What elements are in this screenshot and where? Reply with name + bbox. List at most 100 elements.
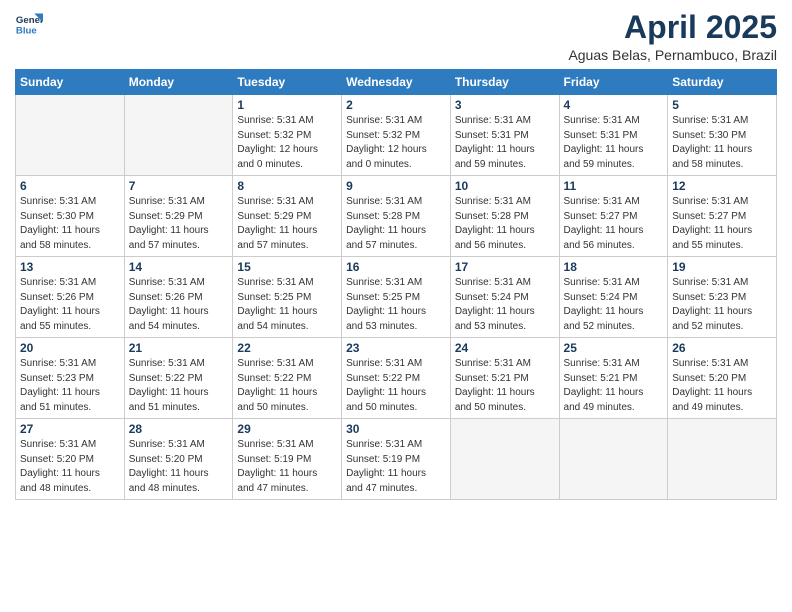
day-detail: Sunrise: 5:31 AMSunset: 5:25 PMDaylight:… [346,276,446,334]
day-number: 3 [455,98,555,112]
day-detail: Sunrise: 5:31 AMSunset: 5:26 PMDaylight:… [20,276,120,334]
day-number: 28 [129,422,229,436]
day-number: 4 [564,98,664,112]
calendar-cell: 3 Sunrise: 5:31 AMSunset: 5:31 PMDaylight… [450,95,559,176]
day-detail: Sunrise: 5:31 AMSunset: 5:20 PMDaylight:… [20,438,120,496]
calendar-cell: 20Sunrise: 5:31 AMSunset: 5:23 PMDayligh… [16,338,125,419]
calendar-cell: 7Sunrise: 5:31 AMSunset: 5:29 PMDaylight… [124,176,233,257]
day-number: 5 [672,98,772,112]
day-detail: Sunrise: 5:31 AMSunset: 5:24 PMDaylight:… [564,276,664,334]
header-right: April 2025 Aguas Belas, Pernambuco, Braz… [568,10,777,63]
day-detail: Sunrise: 5:31 AMSunset: 5:20 PMDaylight:… [129,438,229,496]
weekday-header-row: SundayMondayTuesdayWednesdayThursdayFrid… [16,70,777,95]
day-number: 18 [564,260,664,274]
calendar-cell: 19 Sunrise: 5:31 AMSunset: 5:23 PMDayligh… [668,257,777,338]
week-row-2: 13 Sunrise: 5:31 AMSunset: 5:26 PMDayligh… [16,257,777,338]
day-detail: Sunrise: 5:31 AMSunset: 5:23 PMDaylight:… [20,357,120,415]
day-number: 9 [346,179,446,193]
day-detail: Sunrise: 5:31 AMSunset: 5:30 PMDaylight:… [20,195,120,253]
calendar-cell [450,419,559,500]
day-detail: Sunrise: 5:31 AMSunset: 5:27 PMDaylight:… [564,195,664,253]
calendar-cell: 5Sunrise: 5:31 AMSunset: 5:30 PMDaylight… [668,95,777,176]
day-number: 17 [455,260,555,274]
day-number: 30 [346,422,446,436]
day-number: 1 [237,98,337,112]
calendar-cell: 10 Sunrise: 5:31 AMSunset: 5:28 PMDayligh… [450,176,559,257]
day-number: 11 [564,179,664,193]
calendar-cell: 22 Sunrise: 5:31 AMSunset: 5:22 PMDayligh… [233,338,342,419]
month-title: April 2025 [568,10,777,45]
day-detail: Sunrise: 5:31 AMSunset: 5:22 PMDaylight:… [237,357,337,415]
week-row-1: 6 Sunrise: 5:31 AMSunset: 5:30 PMDaylight… [16,176,777,257]
weekday-header-thursday: Thursday [450,70,559,95]
day-detail: Sunrise: 5:31 AMSunset: 5:29 PMDaylight:… [237,195,337,253]
weekday-header-sunday: Sunday [16,70,125,95]
day-detail: Sunrise: 5:31 AMSunset: 5:28 PMDaylight:… [346,195,446,253]
day-number: 26 [672,341,772,355]
weekday-header-tuesday: Tuesday [233,70,342,95]
week-row-4: 27 Sunrise: 5:31 AMSunset: 5:20 PMDayligh… [16,419,777,500]
day-number: 2 [346,98,446,112]
day-number: 12 [672,179,772,193]
logo: General Blue [15,10,43,38]
calendar-cell: 28 Sunrise: 5:31 AMSunset: 5:20 PMDayligh… [124,419,233,500]
calendar-cell [559,419,668,500]
calendar-cell: 24Sunrise: 5:31 AMSunset: 5:21 PMDayligh… [450,338,559,419]
calendar-cell: 8 Sunrise: 5:31 AMSunset: 5:29 PMDaylight… [233,176,342,257]
day-number: 16 [346,260,446,274]
weekday-header-wednesday: Wednesday [342,70,451,95]
calendar-cell: 17 Sunrise: 5:31 AMSunset: 5:24 PMDayligh… [450,257,559,338]
day-detail: Sunrise: 5:31 AMSunset: 5:22 PMDaylight:… [346,357,446,415]
calendar-cell: 18 Sunrise: 5:31 AMSunset: 5:24 PMDayligh… [559,257,668,338]
day-detail: Sunrise: 5:31 AMSunset: 5:29 PMDaylight:… [129,195,229,253]
day-number: 14 [129,260,229,274]
calendar-cell: 4 Sunrise: 5:31 AMSunset: 5:31 PMDaylight… [559,95,668,176]
calendar-cell [124,95,233,176]
day-number: 6 [20,179,120,193]
day-detail: Sunrise: 5:31 AMSunset: 5:23 PMDaylight:… [672,276,772,334]
day-number: 22 [237,341,337,355]
svg-text:Blue: Blue [16,26,37,37]
day-number: 8 [237,179,337,193]
weekday-header-monday: Monday [124,70,233,95]
day-detail: Sunrise: 5:31 AMSunset: 5:27 PMDaylight:… [672,195,772,253]
calendar-cell: 12 Sunrise: 5:31 AMSunset: 5:27 PMDayligh… [668,176,777,257]
day-number: 23 [346,341,446,355]
day-detail: Sunrise: 5:31 AMSunset: 5:28 PMDaylight:… [455,195,555,253]
week-row-3: 20Sunrise: 5:31 AMSunset: 5:23 PMDayligh… [16,338,777,419]
calendar-cell: 25 Sunrise: 5:31 AMSunset: 5:21 PMDayligh… [559,338,668,419]
day-detail: Sunrise: 5:31 AMSunset: 5:31 PMDaylight:… [564,114,664,172]
day-number: 29 [237,422,337,436]
calendar-cell: 11 Sunrise: 5:31 AMSunset: 5:27 PMDayligh… [559,176,668,257]
calendar-cell: 2Sunrise: 5:31 AMSunset: 5:32 PMDaylight… [342,95,451,176]
calendar: SundayMondayTuesdayWednesdayThursdayFrid… [15,69,777,500]
logo-icon: General Blue [15,10,43,38]
day-number: 21 [129,341,229,355]
day-number: 15 [237,260,337,274]
day-detail: Sunrise: 5:31 AMSunset: 5:24 PMDaylight:… [455,276,555,334]
calendar-cell: 15Sunrise: 5:31 AMSunset: 5:25 PMDayligh… [233,257,342,338]
day-detail: Sunrise: 5:31 AMSunset: 5:32 PMDaylight:… [237,114,337,172]
calendar-cell [16,95,125,176]
day-detail: Sunrise: 5:31 AMSunset: 5:21 PMDaylight:… [455,357,555,415]
day-number: 27 [20,422,120,436]
day-number: 13 [20,260,120,274]
day-detail: Sunrise: 5:31 AMSunset: 5:22 PMDaylight:… [129,357,229,415]
day-detail: Sunrise: 5:31 AMSunset: 5:21 PMDaylight:… [564,357,664,415]
day-detail: Sunrise: 5:31 AMSunset: 5:31 PMDaylight:… [455,114,555,172]
weekday-header-saturday: Saturday [668,70,777,95]
calendar-cell: 9 Sunrise: 5:31 AMSunset: 5:28 PMDaylight… [342,176,451,257]
day-number: 25 [564,341,664,355]
calendar-cell: 27 Sunrise: 5:31 AMSunset: 5:20 PMDayligh… [16,419,125,500]
calendar-cell: 14Sunrise: 5:31 AMSunset: 5:26 PMDayligh… [124,257,233,338]
header: General Blue April 2025 Aguas Belas, Per… [15,10,777,63]
calendar-cell: 30Sunrise: 5:31 AMSunset: 5:19 PMDayligh… [342,419,451,500]
calendar-cell: 6 Sunrise: 5:31 AMSunset: 5:30 PMDaylight… [16,176,125,257]
day-number: 19 [672,260,772,274]
calendar-cell: 13 Sunrise: 5:31 AMSunset: 5:26 PMDayligh… [16,257,125,338]
week-row-0: 1 Sunrise: 5:31 AMSunset: 5:32 PMDaylight… [16,95,777,176]
calendar-cell [668,419,777,500]
calendar-cell: 16 Sunrise: 5:31 AMSunset: 5:25 PMDayligh… [342,257,451,338]
day-number: 10 [455,179,555,193]
day-detail: Sunrise: 5:31 AMSunset: 5:19 PMDaylight:… [237,438,337,496]
